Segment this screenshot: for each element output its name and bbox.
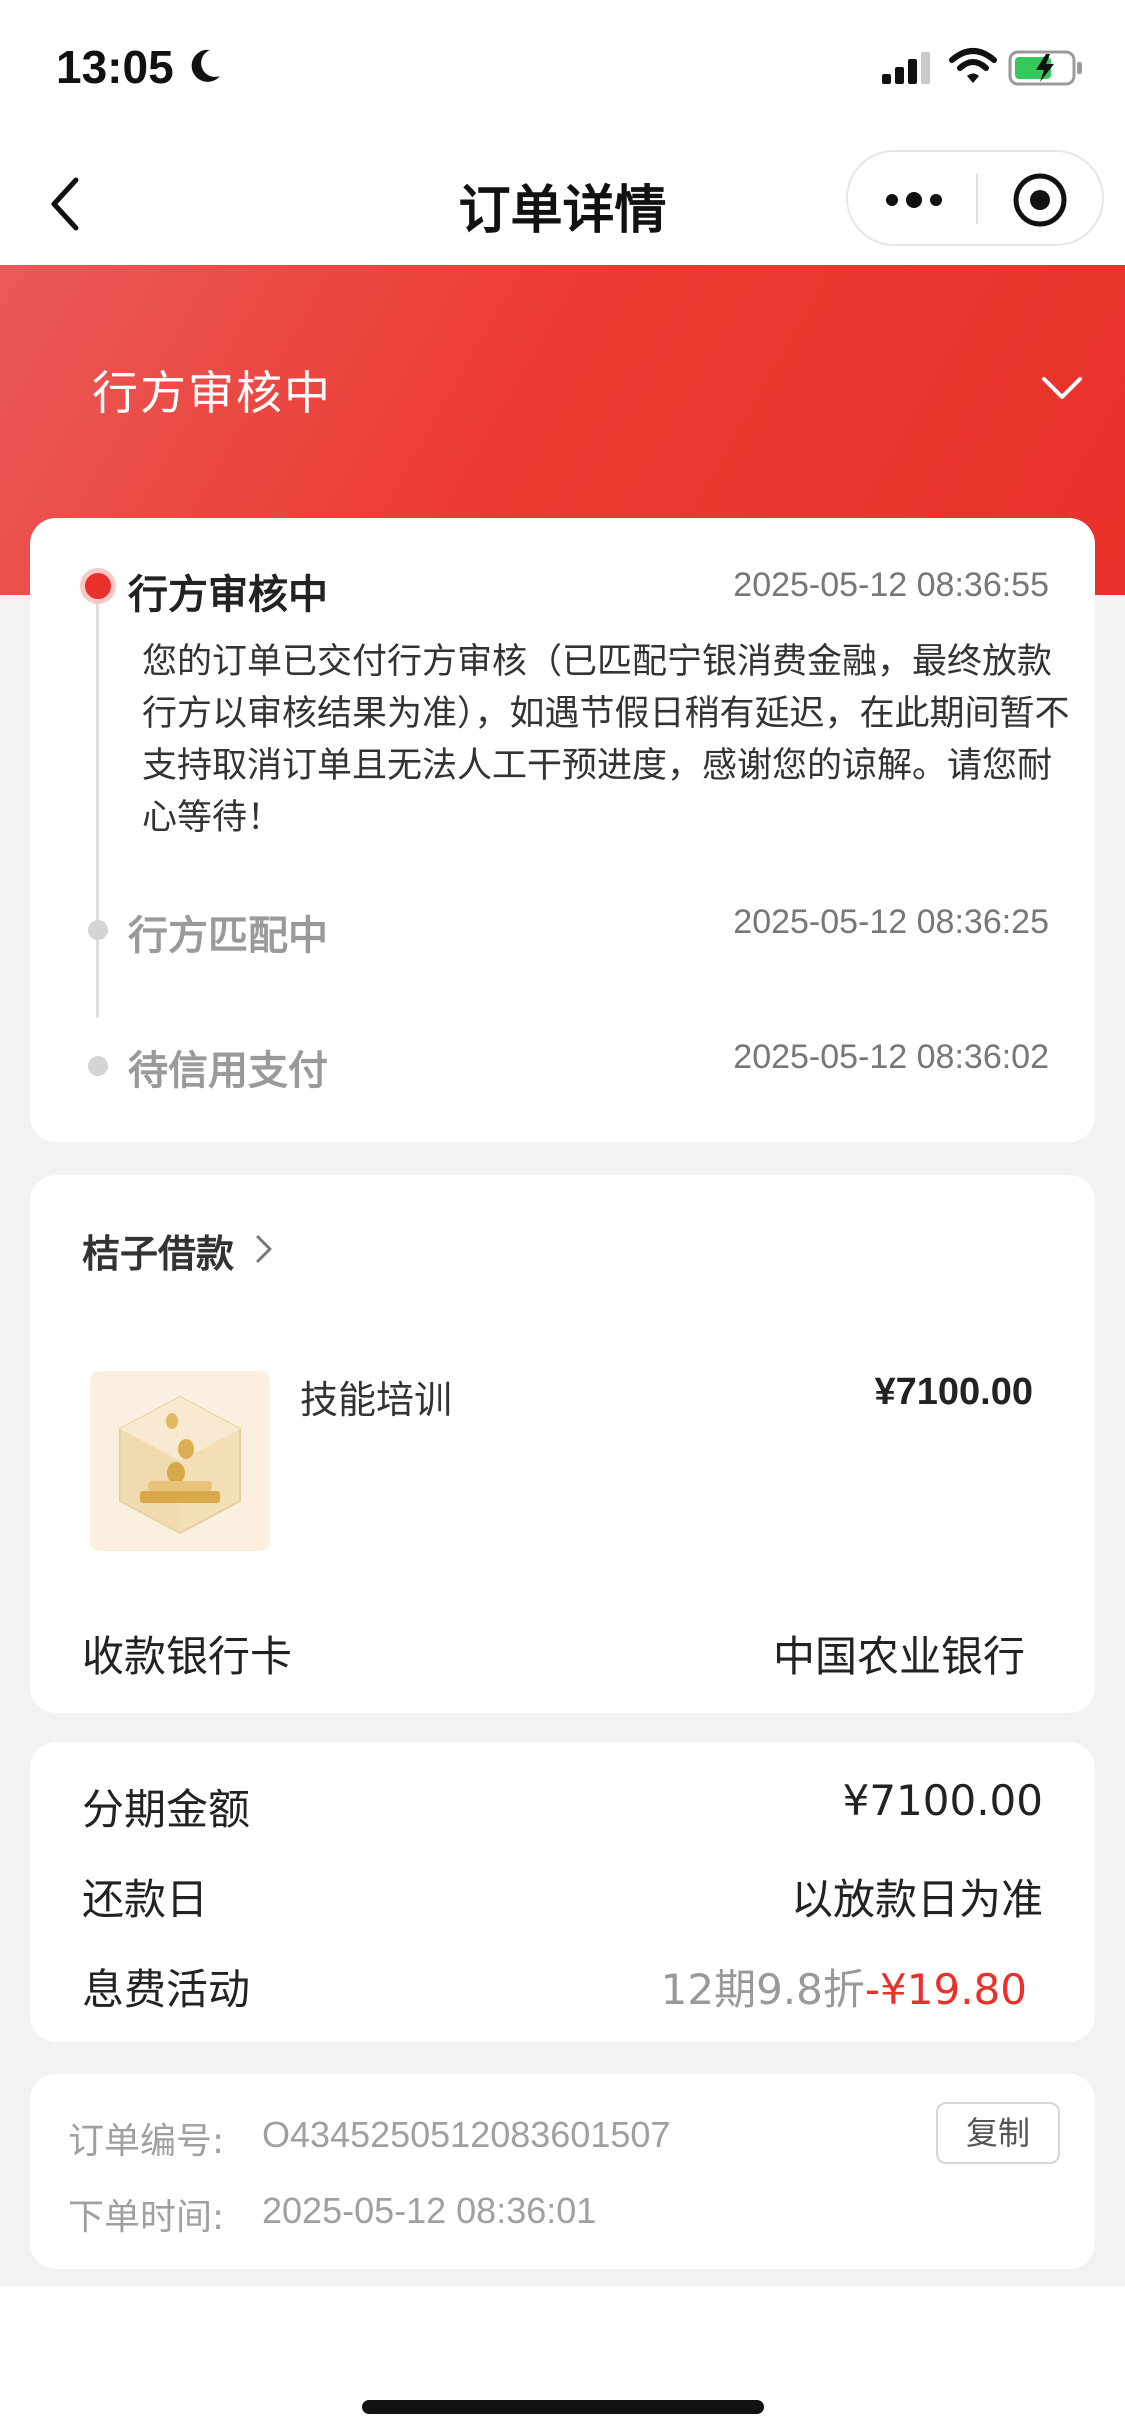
chevron-down-icon[interactable] (1040, 373, 1084, 403)
timeline-step-description: 您的订单已交付行方审核（已匹配宁银消费金融，最终放款行方以审核结果为准），如遇节… (142, 642, 1070, 838)
bank-card-value: 中国农业银行 (772, 1632, 1025, 1681)
bank-card-label: 收款银行卡 (82, 1632, 293, 1681)
fee-activity-label: 息费活动 (82, 1965, 251, 2014)
fee-discount: -¥19.80 (864, 1965, 1027, 2014)
moon-icon (191, 49, 220, 82)
coin-box-illustration-icon (119, 1395, 241, 1535)
timeline-step-time: 2025-05-12 08:36:02 (733, 1038, 1049, 1076)
timeline-step-title: 行方审核中 (128, 572, 328, 618)
timeline-dot-active (80, 568, 116, 604)
fee-activity-note: 12期9.8折 (660, 1965, 865, 2014)
wifi-icon (949, 48, 997, 83)
nav-bar: 订单详情 (0, 140, 1125, 265)
more-dots-icon[interactable] (882, 182, 946, 218)
timeline-line (96, 588, 99, 1018)
status-header-title: 行方审核中 (92, 366, 332, 420)
status-bar: 13:05 (0, 0, 1125, 140)
mini-program-capsule (846, 150, 1104, 246)
timeline-step-title: 待信用支付 (128, 1048, 328, 1094)
timeline-card: 行方审核中 2025-05-12 08:36:55 您的订单已交付行方审核（已匹… (30, 518, 1095, 1142)
target-icon[interactable] (1012, 172, 1068, 228)
chevron-right-icon (256, 1235, 272, 1263)
installment-card: 分期金额 ¥7100.00 还款日 以放款日为准 息费活动 12期9.8折-¥1… (30, 1742, 1095, 2042)
product-price: ¥7100.00 (874, 1371, 1034, 1413)
repayment-day-value: 以放款日为准 (790, 1875, 1043, 1924)
capsule-divider (976, 174, 978, 224)
timeline-dot (88, 1056, 108, 1076)
order-number-label: 订单编号: (68, 2121, 225, 2162)
status-time: 13:05 (56, 41, 174, 93)
timeline-dot (88, 920, 108, 940)
order-time-value: 2025-05-12 08:36:01 (262, 2190, 597, 2231)
repayment-day-label: 还款日 (82, 1875, 209, 1924)
timeline-step-title: 行方匹配中 (128, 913, 328, 959)
battery-charging-icon (1008, 50, 1082, 86)
installment-amount-value: ¥7100.00 (842, 1776, 1043, 1825)
order-time-label: 下单时间: (68, 2197, 225, 2238)
installment-amount-label: 分期金额 (82, 1785, 251, 1834)
product-name: 技能培训 (300, 1378, 453, 1422)
order-number-value: O4345250512083601507 (262, 2114, 671, 2155)
timeline-step-time: 2025-05-12 08:36:55 (733, 566, 1049, 604)
order-info-card: 订单编号: O4345250512083601507 复制 下单时间: 2025… (30, 2074, 1095, 2269)
copy-button[interactable]: 复制 (936, 2102, 1060, 2164)
merchant-name: 桔子借款 (82, 1232, 235, 1276)
product-image (90, 1371, 270, 1551)
fee-activity-value: 12期9.8折-¥19.80 (661, 1956, 1027, 2017)
home-indicator[interactable] (362, 2400, 764, 2414)
bottom-safe-area (0, 2286, 1125, 2436)
signal-icon (882, 52, 930, 84)
product-card: 桔子借款 技能培训 ¥7100.00 收款银行卡 中国农业银行 (30, 1175, 1095, 1713)
timeline-step-time: 2025-05-12 08:36:25 (733, 903, 1049, 941)
